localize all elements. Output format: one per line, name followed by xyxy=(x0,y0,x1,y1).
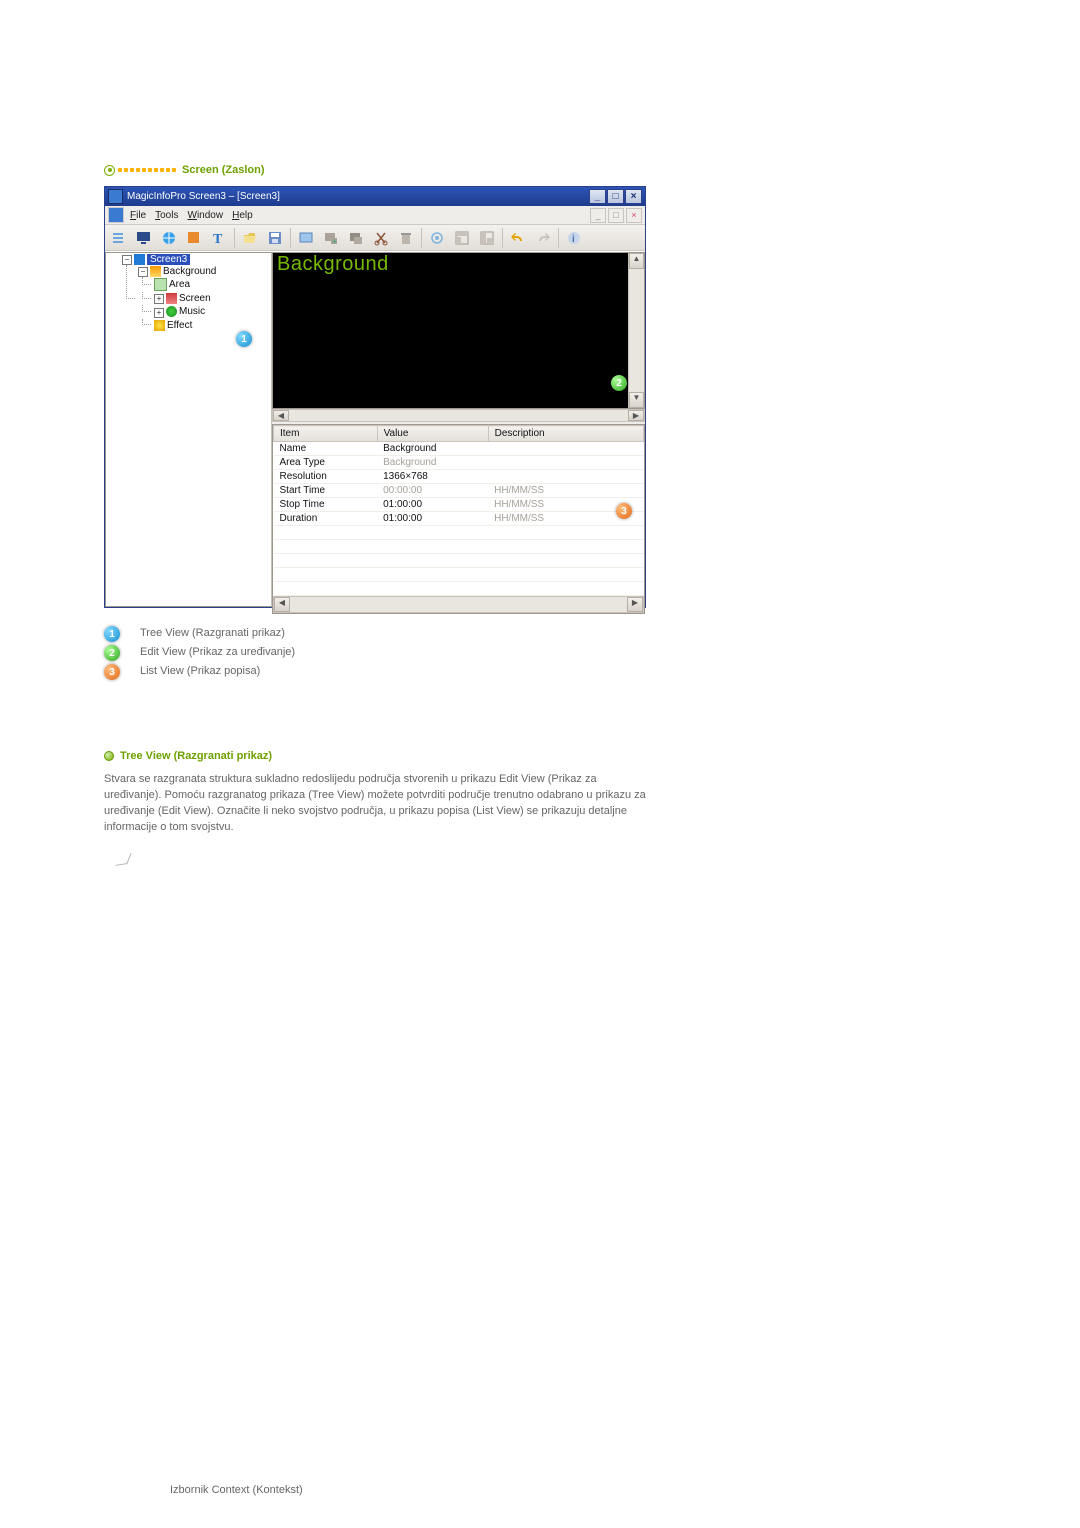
tool-delete-icon[interactable] xyxy=(394,226,418,249)
tree-view-panel: −Screen3 −Background Area +Screen +Music… xyxy=(105,252,272,607)
svg-text:i: i xyxy=(572,234,575,245)
edit-view-label: Background xyxy=(277,253,389,276)
tool-puzzle-icon[interactable] xyxy=(182,226,206,249)
tool-cut-icon[interactable] xyxy=(369,226,393,249)
tool-template2-icon[interactable] xyxy=(475,226,499,249)
legend-text-3: List View (Prikaz popisa) xyxy=(140,664,260,679)
tool-window-icon[interactable] xyxy=(344,226,368,249)
list-view-hscroll[interactable]: ◀▶ xyxy=(273,596,644,613)
tool-info-icon[interactable]: i xyxy=(562,226,586,249)
tool-redo-icon[interactable] xyxy=(531,226,555,249)
menu-file[interactable]: File xyxy=(130,210,146,221)
minimize-button[interactable]: _ xyxy=(589,189,606,204)
callout-1: 1 xyxy=(236,331,252,347)
section2-paragraph: Stvara se razgranata struktura sukladno … xyxy=(104,772,649,836)
toolbar: T + i xyxy=(105,225,645,251)
close-button[interactable]: × xyxy=(625,189,642,204)
mdi-close-button[interactable]: × xyxy=(626,208,642,223)
tool-add-window-icon[interactable]: + xyxy=(319,226,343,249)
legend-marker-1: 1 xyxy=(104,626,120,642)
list-row: Duration01:00:00HH/MM/SS xyxy=(274,512,644,526)
edit-view-hscroll[interactable]: ◀▶ xyxy=(272,409,645,422)
tool-monitor-icon[interactable] xyxy=(132,226,156,249)
edit-view-panel[interactable]: Background ▲▼ xyxy=(272,252,645,409)
section-header-treeview: Tree View (Razgranati prikaz) xyxy=(104,750,649,762)
list-view-panel: Item Value Description NameBackground Ar… xyxy=(272,424,645,614)
mdi-minimize-button[interactable]: _ xyxy=(590,208,606,223)
window-titlebar: MagicInfoPro Screen3 – [Screen3] _ □ × xyxy=(105,187,645,206)
tool-globe-icon[interactable] xyxy=(157,226,181,249)
list-row: Stop Time01:00:00HH/MM/SS xyxy=(274,498,644,512)
tool-open-icon[interactable] xyxy=(238,226,262,249)
tree-item-screen[interactable]: +Screen xyxy=(142,292,271,305)
tree-item-background[interactable]: −Background Area +Screen +Music Effect xyxy=(126,265,271,333)
tool-list-icon[interactable] xyxy=(107,226,131,249)
legend-text-2: Edit View (Prikaz za uređivanje) xyxy=(140,645,295,660)
menu-bar: File Tools Window Help _ □ × xyxy=(105,206,645,225)
list-header-desc[interactable]: Description xyxy=(488,426,643,442)
tool-screen-icon[interactable] xyxy=(294,226,318,249)
tree-item-music[interactable]: +Music xyxy=(142,305,271,318)
list-row: Start Time00:00:00HH/MM/SS xyxy=(274,484,644,498)
list-row: Area TypeBackground xyxy=(274,456,644,470)
tree-item-area[interactable]: Area xyxy=(142,277,271,292)
menu-tools[interactable]: Tools xyxy=(155,210,178,221)
scroll-hint-icon xyxy=(118,854,649,868)
legend-text-1: Tree View (Razgranati prikaz) xyxy=(140,626,285,641)
svg-text:T: T xyxy=(213,232,223,246)
list-header-value[interactable]: Value xyxy=(377,426,488,442)
tool-template1-icon[interactable] xyxy=(450,226,474,249)
svg-text:+: + xyxy=(332,237,337,246)
tool-preview-icon[interactable] xyxy=(425,226,449,249)
list-row: Resolution1366×768 xyxy=(274,470,644,484)
legend-marker-2: 2 xyxy=(104,645,120,661)
list-header-item[interactable]: Item xyxy=(274,426,378,442)
maximize-button[interactable]: □ xyxy=(607,189,624,204)
tool-save-icon[interactable] xyxy=(263,226,287,249)
tree-item-effect[interactable]: Effect xyxy=(142,319,271,332)
decor-dots-icon xyxy=(118,168,176,172)
section2-title: Tree View (Razgranati prikaz) xyxy=(120,750,272,762)
footer-text: Izbornik Context (Kontekst) xyxy=(170,1484,303,1496)
menu-help[interactable]: Help xyxy=(232,210,253,221)
edit-view-vscroll[interactable]: ▲▼ xyxy=(628,253,644,408)
window-title: MagicInfoPro Screen3 – [Screen3] xyxy=(127,191,589,202)
app-menu-icon[interactable] xyxy=(108,207,124,223)
tool-text-icon[interactable]: T xyxy=(207,226,231,249)
app-screenshot: MagicInfoPro Screen3 – [Screen3] _ □ × F… xyxy=(104,186,646,608)
list-row: NameBackground xyxy=(274,442,644,456)
section-title: Screen (Zaslon) xyxy=(182,164,265,176)
radio-marker-icon xyxy=(104,165,115,176)
menu-window[interactable]: Window xyxy=(187,210,223,221)
legend-marker-3: 3 xyxy=(104,664,120,680)
bullet-icon xyxy=(104,751,114,761)
tool-undo-icon[interactable] xyxy=(506,226,530,249)
callout-3: 3 xyxy=(616,503,632,519)
tree-item-root[interactable]: −Screen3 −Background Area +Screen +Music… xyxy=(110,253,271,334)
callout-2: 2 xyxy=(611,375,627,391)
app-icon xyxy=(108,189,123,204)
legend: 1 Tree View (Razgranati prikaz) 2 Edit Vie… xyxy=(104,626,649,680)
mdi-restore-button[interactable]: □ xyxy=(608,208,624,223)
section-header-screen: Screen (Zaslon) xyxy=(104,164,649,176)
